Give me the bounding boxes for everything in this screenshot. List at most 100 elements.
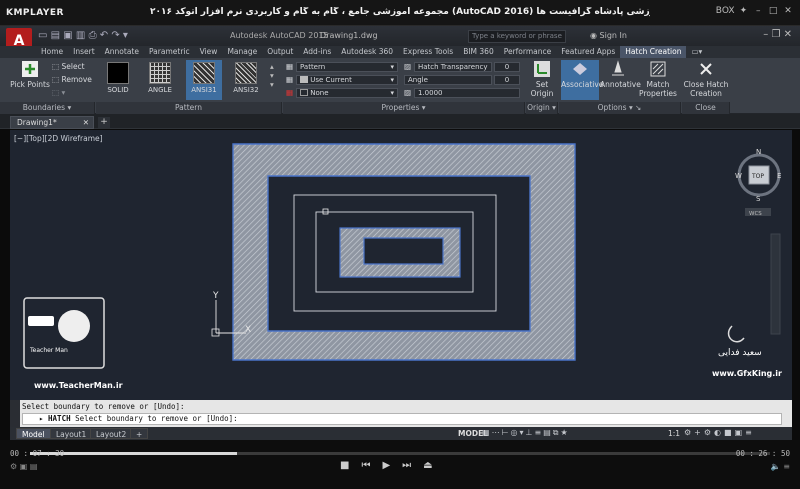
drawing-canvas[interactable]: Y X TOP N S E W WCS Teacher Man: [10, 130, 792, 400]
new-file-icon[interactable]: ▭: [38, 30, 47, 41]
background-color-select[interactable]: None ▾: [296, 88, 398, 98]
pick-points-button[interactable]: Pick Points: [10, 60, 50, 89]
otrack-icon[interactable]: ⊥: [526, 428, 535, 437]
properties-panel-title[interactable]: Properties ▾: [283, 102, 525, 114]
tab-layout1[interactable]: Layout1: [50, 428, 93, 439]
sign-in-button[interactable]: ◉ Sign In: [590, 31, 627, 40]
search-input[interactable]: Type a keyword or phrase: [468, 30, 566, 43]
file-tab-drawing1[interactable]: Drawing1* ✕: [10, 116, 94, 129]
tab-output[interactable]: Output: [262, 46, 298, 58]
tab-bim-360[interactable]: BIM 360: [458, 46, 499, 58]
undo-icon[interactable]: ↶: [100, 30, 108, 41]
isolate-icon[interactable]: ◐: [714, 428, 724, 437]
hatch-transparency-value[interactable]: 0: [494, 62, 520, 72]
tab-view[interactable]: View: [195, 46, 223, 58]
tab-hatch-creation[interactable]: Hatch Creation: [620, 46, 687, 58]
tab-autodesk-360[interactable]: Autodesk 360: [336, 46, 398, 58]
restore-icon[interactable]: ❐: [771, 29, 780, 40]
eject-icon[interactable]: ⏏: [423, 460, 444, 471]
pattern-scroll[interactable]: ▴ ▾ ▾: [270, 62, 274, 89]
angle-label[interactable]: Angle: [404, 75, 492, 85]
pattern-ansi32[interactable]: ANSI32: [228, 60, 264, 100]
ortho-icon[interactable]: ⊢: [502, 428, 511, 437]
settings-icon[interactable]: ⚙: [10, 462, 17, 471]
match-properties-button[interactable]: Match Properties: [638, 60, 678, 98]
plot-icon[interactable]: ⎙: [89, 30, 97, 41]
playlist-icon[interactable]: ≡: [783, 462, 790, 471]
open-file-icon[interactable]: ▤: [51, 30, 60, 41]
close-tab-icon[interactable]: ✕: [83, 117, 89, 128]
hatch-outer-ring[interactable]: [232, 143, 576, 361]
pin-icon[interactable]: ✦: [737, 6, 749, 16]
redo-icon[interactable]: ↷: [111, 30, 119, 41]
tab-manage[interactable]: Manage: [222, 46, 262, 58]
volume-icon[interactable]: 🔈: [771, 462, 781, 471]
new-tab-button[interactable]: +: [98, 117, 110, 128]
play-icon[interactable]: ▶: [382, 460, 402, 471]
grid-icon[interactable]: ▦: [482, 428, 492, 437]
close-icon[interactable]: ✕: [784, 29, 792, 40]
transparency-toggle-icon[interactable]: ▤: [543, 428, 553, 437]
stop-icon[interactable]: ■: [340, 460, 361, 471]
save-as-icon[interactable]: ▥: [76, 30, 85, 41]
grip-point[interactable]: [322, 208, 329, 215]
navigation-bar[interactable]: [770, 233, 781, 335]
pattern-solid[interactable]: SOLID: [100, 60, 136, 100]
origin-panel-title[interactable]: Origin ▾: [526, 102, 558, 114]
tab-express-tools[interactable]: Express Tools: [398, 46, 458, 58]
dropdown-icon[interactable]: ▾: [123, 30, 128, 41]
annotative-button[interactable]: Annotative: [600, 60, 641, 89]
minimize-icon[interactable]: –: [763, 29, 768, 40]
tab-home[interactable]: Home: [36, 46, 68, 58]
hatch-type-select[interactable]: Pattern ▾: [296, 62, 398, 72]
viewcube[interactable]: TOP N S E W WCS: [735, 148, 781, 217]
next-icon[interactable]: ⏭: [402, 460, 423, 471]
select-boundary-button[interactable]: ⬚ Select: [52, 62, 85, 71]
command-window-handle[interactable]: [10, 400, 20, 427]
minimize-icon[interactable]: –: [752, 6, 764, 16]
settings-icon[interactable]: ⚙: [684, 428, 694, 437]
boundaries-panel-title[interactable]: Boundaries ▾: [0, 102, 95, 114]
ribbon-minimize-icon[interactable]: ▭▾: [686, 46, 707, 58]
plus-icon[interactable]: +: [694, 428, 704, 437]
hatch-color-select[interactable]: Use Current ▾: [296, 75, 398, 85]
scale-value[interactable]: 1.0000: [414, 88, 520, 98]
set-origin-button[interactable]: Set Origin: [528, 60, 556, 98]
3d-icon[interactable]: ▣: [20, 462, 28, 471]
customize-icon[interactable]: ≡: [745, 428, 755, 437]
tab-annotate[interactable]: Annotate: [100, 46, 144, 58]
angle-value[interactable]: 0: [494, 75, 520, 85]
tab-featured-apps[interactable]: Featured Apps: [556, 46, 620, 58]
workspace-icon[interactable]: ⚙: [704, 428, 714, 437]
maximize-icon[interactable]: □: [767, 6, 779, 16]
close-hatch-creation-button[interactable]: Close Hatch Creation: [682, 60, 730, 98]
vr-icon[interactable]: ▤: [30, 462, 38, 471]
snap-icon[interactable]: ⋯: [492, 428, 502, 437]
command-input[interactable]: ▸ HATCH Select boundary to remove or [Un…: [22, 413, 782, 425]
previous-icon[interactable]: ⏮: [361, 460, 382, 471]
tab-parametric[interactable]: Parametric: [144, 46, 195, 58]
save-icon[interactable]: ▣: [63, 30, 72, 41]
tab-performance[interactable]: Performance: [499, 46, 557, 58]
polar-icon[interactable]: ◎: [511, 428, 520, 437]
tab-layout2[interactable]: Layout2: [90, 428, 133, 439]
recreate-boundary-icon[interactable]: ⬚ ▾: [52, 88, 65, 97]
new-layout-button[interactable]: +: [130, 428, 149, 439]
associative-button[interactable]: Associative: [561, 60, 603, 100]
tab-model[interactable]: Model: [16, 428, 51, 439]
annotation-icon[interactable]: ★: [560, 428, 569, 437]
tab-add-ins[interactable]: Add-ins: [298, 46, 336, 58]
close-icon[interactable]: ✕: [782, 6, 794, 16]
hardware-icon[interactable]: ■: [724, 428, 735, 437]
box-label[interactable]: BOX: [716, 6, 735, 16]
annotation-scale[interactable]: 1:1: [668, 429, 680, 438]
tab-insert[interactable]: Insert: [68, 46, 100, 58]
options-panel-title[interactable]: Options ▾ ↘: [559, 102, 681, 114]
clean-screen-icon[interactable]: ▣: [735, 428, 746, 437]
pattern-ansi31[interactable]: ANSI31: [186, 60, 222, 100]
lineweight-icon[interactable]: ≡: [535, 428, 544, 437]
hatch-inner-ring[interactable]: [339, 227, 461, 278]
viewport-controls[interactable]: [−][Top][2D Wireframe]: [14, 134, 103, 143]
pattern-angle[interactable]: ANGLE: [142, 60, 178, 100]
hatch-transparency-label[interactable]: Hatch Transparency: [414, 62, 492, 72]
